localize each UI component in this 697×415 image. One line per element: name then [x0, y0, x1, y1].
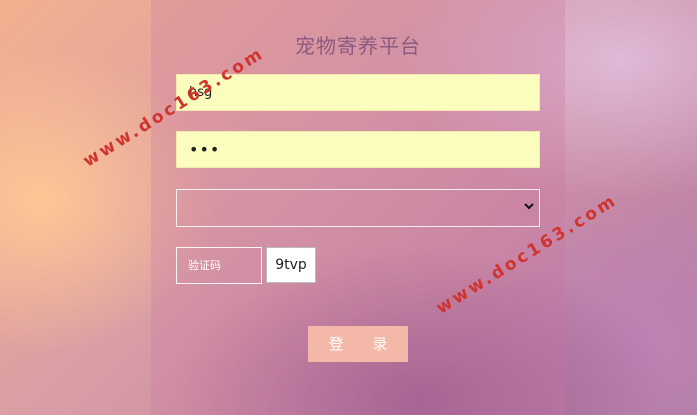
chevron-down-icon	[524, 203, 534, 210]
login-button[interactable]: 登 录	[308, 326, 408, 362]
page-title: 宠物寄养平台	[295, 34, 421, 58]
login-panel: 宠物寄养平台 hsg ••• 验证码 9tvp 登 录	[151, 0, 565, 415]
role-select[interactable]	[176, 189, 540, 227]
captcha-input[interactable]: 验证码	[176, 247, 262, 284]
password-field[interactable]: •••	[176, 131, 540, 168]
captcha-image[interactable]: 9tvp	[266, 247, 316, 283]
